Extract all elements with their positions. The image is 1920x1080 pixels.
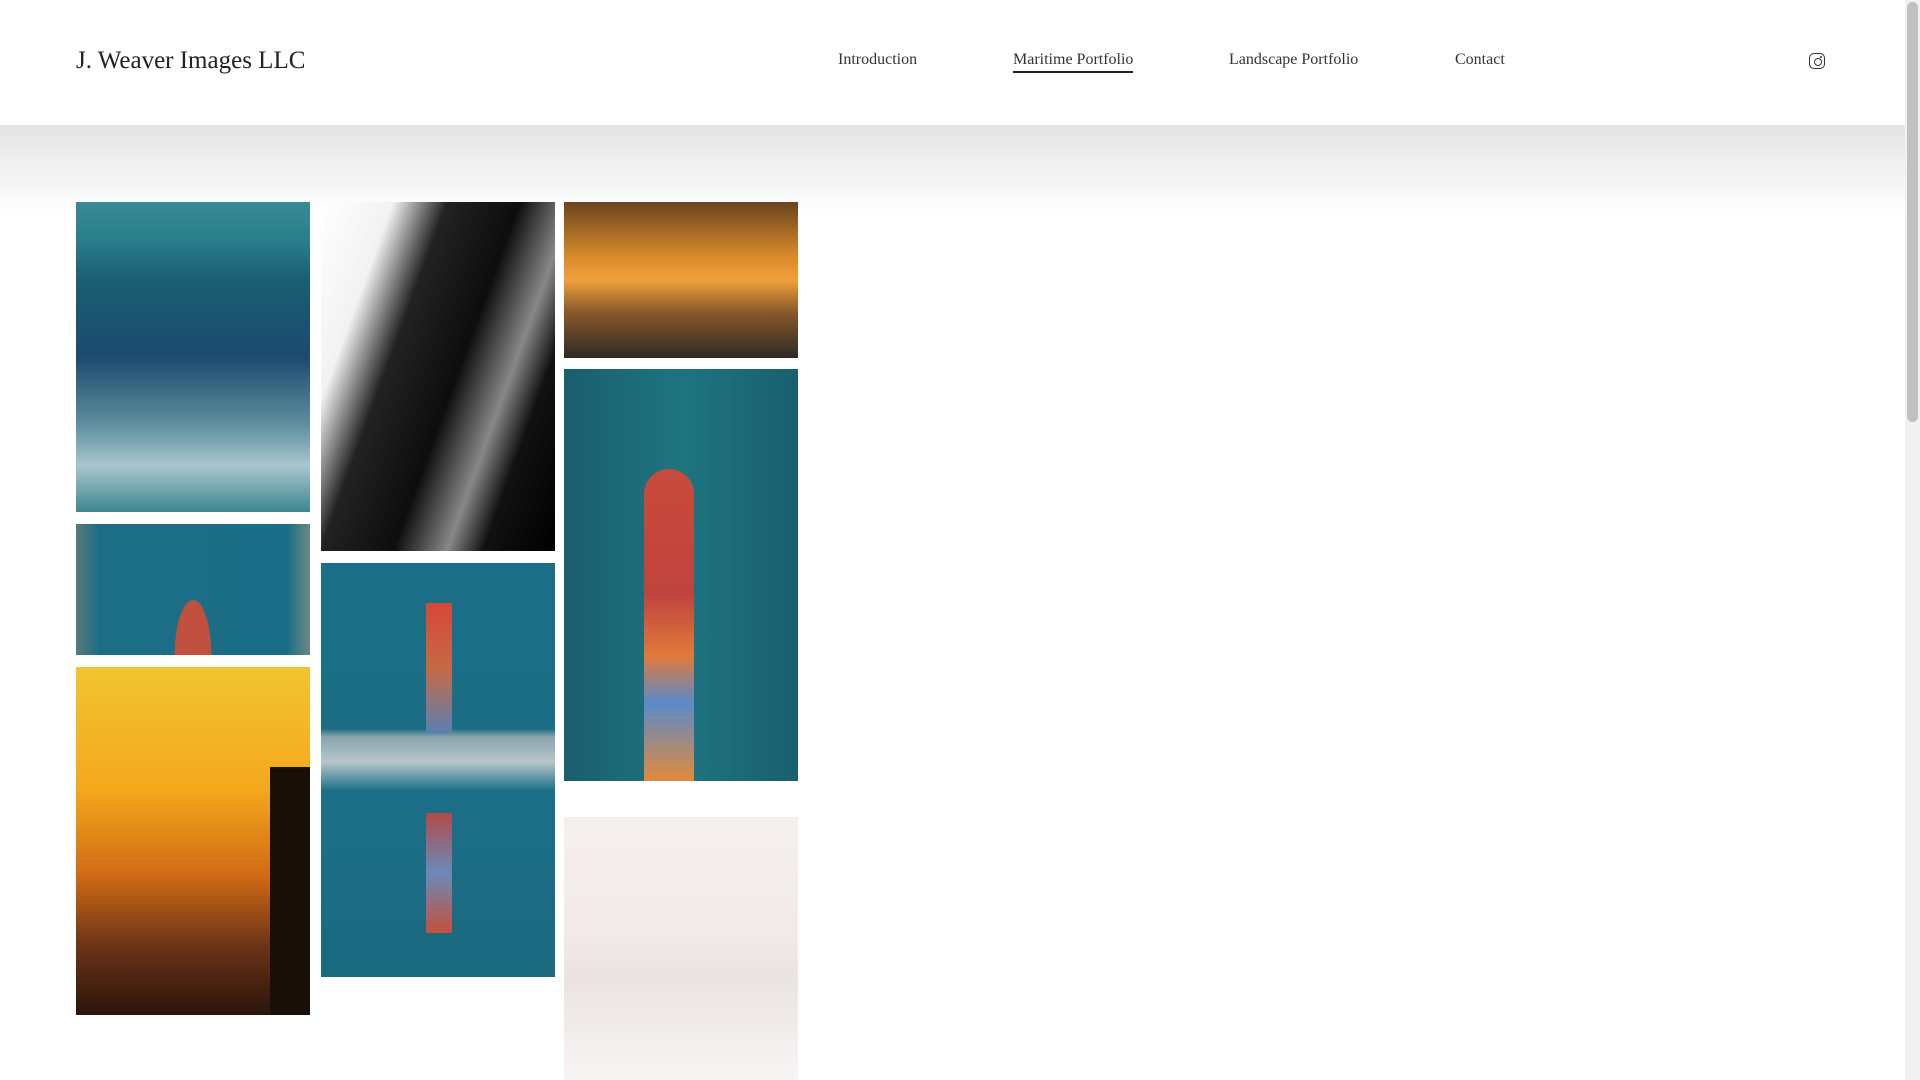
nav-introduction[interactable]: Introduction [838, 51, 917, 71]
gallery-image-bw-hull[interactable] [321, 202, 555, 551]
gallery-image-ship-bow[interactable] [76, 524, 310, 655]
nav-landscape-portfolio[interactable]: Landscape Portfolio [1229, 51, 1358, 71]
scrollbar[interactable] [1905, 0, 1920, 1080]
gallery-image-port-sunset[interactable] [564, 202, 798, 358]
gallery-image-tugboat[interactable] [76, 202, 310, 512]
ship-shape [426, 813, 452, 933]
gallery-image-sunset-ship[interactable] [76, 667, 310, 1015]
gallery-image-bridge-aerial[interactable] [321, 563, 555, 977]
gallery-image-hazy-ship[interactable] [564, 817, 798, 1080]
nav-maritime-portfolio[interactable]: Maritime Portfolio [1013, 51, 1134, 73]
scrollbar-thumb[interactable] [1907, 2, 1918, 422]
instagram-icon[interactable] [1809, 53, 1825, 69]
railing-silhouette [270, 767, 310, 1015]
site-logo[interactable]: J. Weaver Images LLC [76, 47, 305, 75]
nav-contact[interactable]: Contact [1455, 51, 1505, 71]
ship-shape [426, 603, 452, 733]
ship-shape [644, 469, 694, 781]
site-header: J. Weaver Images LLC Introduction Mariti… [0, 0, 1905, 125]
gallery-image-container-ship-tug[interactable] [564, 369, 798, 781]
